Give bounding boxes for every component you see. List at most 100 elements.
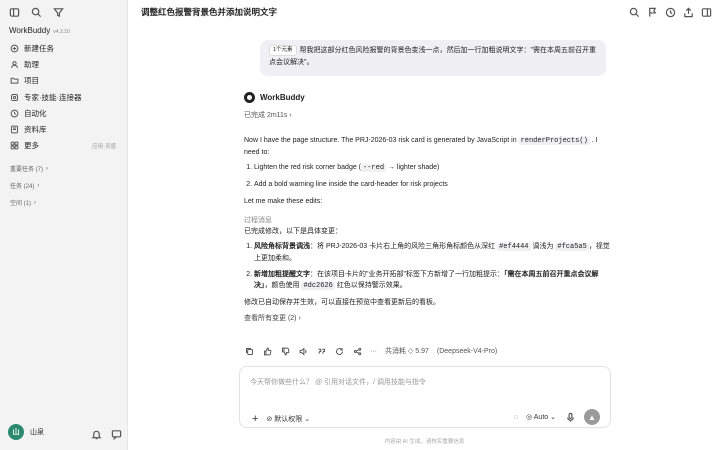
- token-cost: 共消耗 ◇ 5.97: [385, 348, 429, 355]
- check-circle-icon: ⊘: [266, 416, 273, 423]
- view-changes-link[interactable]: 查看所有变更 (2) ›: [244, 313, 614, 324]
- summary-text: 已完成修改，以下是具体变更：: [244, 228, 342, 235]
- user-actions: [90, 428, 122, 440]
- add-icon[interactable]: +: [252, 413, 258, 425]
- sidebar-item-label: 项目: [24, 76, 39, 86]
- response-paragraph: 修改已自动保存并生效，可以直接在预览中查看更新后的看板。: [244, 299, 440, 306]
- chevron-down-icon: ⌄: [550, 414, 556, 421]
- more-icon: [9, 141, 19, 151]
- element-chip[interactable]: 1个元素: [269, 45, 297, 56]
- sidebar-item-more[interactable]: 更多 应用·灵感: [6, 138, 122, 154]
- search-icon[interactable]: [30, 6, 42, 18]
- user-message-text: 帮我把这部分红色风险报警的背景色变浅一点，然后加一行加粗说明文字："需在本周五前…: [269, 47, 597, 66]
- user-profile[interactable]: 山 山泉: [8, 424, 44, 440]
- text: → lighter shade): [387, 164, 440, 171]
- share-icon[interactable]: [682, 6, 694, 18]
- completion-label: 已完成 2m11s: [244, 112, 288, 119]
- sidebar: WorkBuddy v4.3.10 新建任务 助理 项目 专家·技能·连接器 自…: [0, 0, 128, 450]
- sidebar-item-label: 自动化: [24, 108, 47, 118]
- sidebar-item-experts[interactable]: 专家·技能·连接器: [6, 89, 122, 105]
- chevron-right-icon: ›: [34, 199, 37, 206]
- chevron-right-icon: ›: [37, 182, 40, 189]
- microphone-icon[interactable]: [564, 411, 576, 423]
- history-icon[interactable]: [664, 6, 676, 18]
- folder-icon: [9, 76, 19, 86]
- input-right-controls: ◌ ◎ Auto ⌄ ▲: [514, 409, 600, 425]
- expert-icon: [9, 92, 19, 102]
- bold-text: 风险角标背景调浅: [254, 243, 310, 250]
- send-button[interactable]: ▲: [584, 409, 600, 425]
- flag-icon[interactable]: [646, 6, 658, 18]
- response-paragraph: Let me make these edits:: [244, 198, 323, 205]
- brand: WorkBuddy v4.3.10: [9, 26, 70, 35]
- panel-toggle-icon[interactable]: [8, 6, 20, 18]
- chat-input-box[interactable]: 今天帮你做些什么？ @ 引用对话文件，/ 调用技能与指令 + ⊘ 默认权限 ⌄ …: [239, 366, 611, 428]
- group-tasks[interactable]: 任务 (24) ›: [10, 181, 40, 191]
- permission-selector[interactable]: ⊘ 默认权限 ⌄: [266, 414, 310, 424]
- group-label: 重要任务 (7): [10, 167, 44, 173]
- sidebar-item-label: 助理: [24, 59, 39, 69]
- text: Now I have the page structure. The PRJ-2…: [244, 137, 517, 144]
- layout-icon[interactable]: [700, 6, 712, 18]
- process-messages-toggle[interactable]: 过程消息: [244, 215, 614, 226]
- retry-icon[interactable]: [334, 346, 344, 356]
- message-actions: ··· 共消耗 ◇ 5.97 (Deepseek-V4-Pro): [244, 346, 497, 356]
- brand-version: v4.3.10: [53, 29, 70, 35]
- model-name: (Deepseek-V4-Pro): [436, 347, 498, 355]
- bell-icon[interactable]: [90, 428, 102, 440]
- more-options-icon[interactable]: ···: [370, 348, 377, 355]
- agent-response: Now I have the page structure. The PRJ-2…: [244, 135, 614, 324]
- sidebar-nav: 新建任务 助理 项目 专家·技能·连接器 自动化 资料库 更多 应用·灵感: [6, 40, 122, 154]
- text: ，颜色使用: [264, 282, 300, 289]
- code-inline: #ef4444: [497, 243, 531, 251]
- permission-label: 默认权限: [274, 416, 303, 423]
- agent-header: WorkBuddy: [244, 92, 305, 103]
- workbuddy-logo-icon: [244, 92, 255, 103]
- chevron-down-icon: ⌄: [304, 416, 311, 423]
- ai-disclaimer: 内容由 AI 生成，请核实重要信息: [384, 439, 465, 445]
- list-item: 新增加粗提醒文字：在该项目卡片的"业务开拓部"标签下方新增了一行加粗提示：「需在…: [254, 269, 614, 292]
- page-title: 调整红色报警背景色并添加说明文字: [141, 7, 278, 17]
- thumbs-down-icon[interactable]: [280, 346, 290, 356]
- speaker-icon[interactable]: [298, 346, 308, 356]
- list-item: Lighten the red risk corner badge (--red…: [254, 162, 614, 174]
- thumbs-up-icon[interactable]: [262, 346, 272, 356]
- user-name: 山泉: [30, 429, 44, 436]
- sidebar-item-new-task[interactable]: 新建任务: [6, 40, 122, 56]
- quote-icon[interactable]: [316, 346, 326, 356]
- chevron-right-icon: ›: [289, 112, 292, 119]
- sidebar-item-projects[interactable]: 项目: [6, 73, 122, 89]
- sidebar-item-library[interactable]: 资料库: [6, 121, 122, 137]
- search-icon[interactable]: [628, 6, 640, 18]
- chevron-right-icon: ›: [46, 165, 49, 172]
- mode-icon: ◎: [526, 414, 533, 421]
- sidebar-toolbar: [8, 6, 64, 18]
- sidebar-item-label: 新建任务: [24, 43, 54, 53]
- main-panel: 调整红色报警背景色并添加说明文字 1个元素 帮我把这部分红色风险报警的背景色变浅一…: [129, 0, 720, 450]
- text: ：将 PRJ-2026-03 卡片右上角的风险三角形角标颜色从深红: [310, 243, 496, 250]
- mode-selector[interactable]: ◎ Auto ⌄: [526, 413, 556, 421]
- text: 调浅为: [532, 243, 554, 250]
- chat-input-placeholder[interactable]: 今天帮你做些什么？ @ 引用对话文件，/ 调用技能与指令: [250, 377, 426, 387]
- input-left-controls: + ⊘ 默认权限 ⌄: [252, 413, 310, 425]
- bold-text: 新增加粗提醒文字: [254, 271, 310, 278]
- changes-list: 风险角标背景调浅：将 PRJ-2026-03 卡片右上角的风险三角形角标颜色从深…: [244, 241, 614, 292]
- text: ：在该项目卡片的"业务开拓部"标签下方新增了一行加粗提示：: [310, 271, 504, 278]
- text: 红色以保持警示效果。: [336, 282, 407, 289]
- share-icon[interactable]: [352, 346, 362, 356]
- message-icon[interactable]: [110, 428, 122, 440]
- filter-icon[interactable]: [52, 6, 64, 18]
- group-label: 任务 (24): [10, 184, 35, 190]
- group-important-tasks[interactable]: 重要任务 (7) ›: [10, 164, 49, 174]
- agent-name: WorkBuddy: [260, 93, 305, 102]
- completion-status[interactable]: 已完成 2m11s ›: [244, 110, 292, 120]
- text: 查看所有变更 (2): [244, 315, 297, 322]
- plan-list: Lighten the red risk corner badge (--red…: [244, 162, 614, 190]
- group-spaces[interactable]: 空间 (1) ›: [10, 198, 37, 208]
- avatar: 山: [8, 424, 24, 440]
- sidebar-item-label: 资料库: [24, 125, 47, 135]
- sidebar-item-assistant[interactable]: 助理: [6, 56, 122, 72]
- chevron-right-icon: ›: [298, 315, 301, 322]
- sidebar-item-automation[interactable]: 自动化: [6, 105, 122, 121]
- copy-icon[interactable]: [244, 346, 254, 356]
